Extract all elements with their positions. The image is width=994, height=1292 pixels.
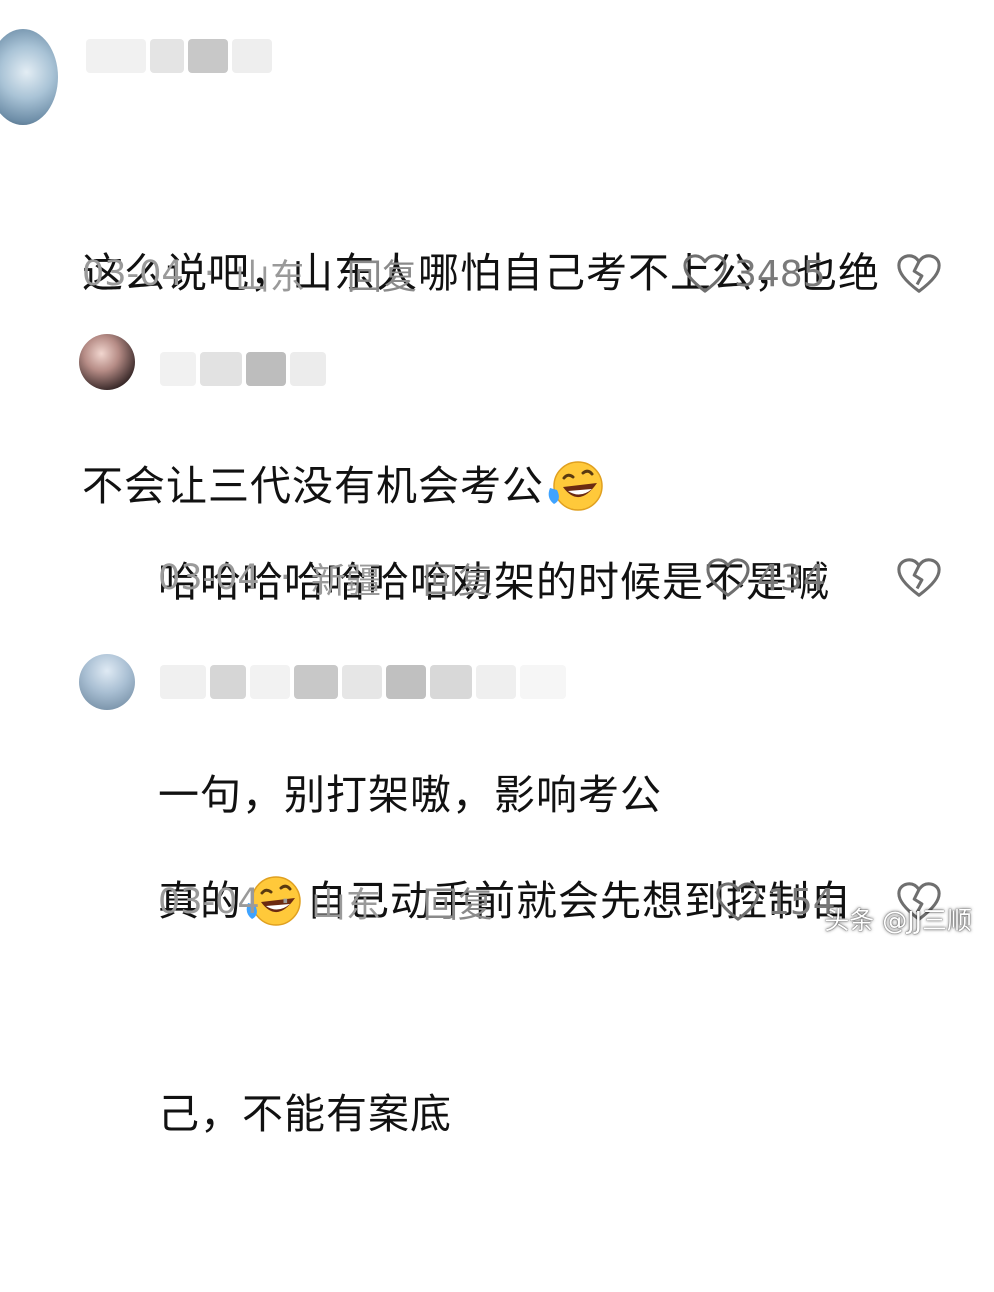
separator-dot: · xyxy=(279,882,291,922)
heart-icon xyxy=(682,253,728,295)
comment-meta: 03-04 · 新疆 回复 xyxy=(158,556,493,602)
comment-text: 真的 自己动手前就会先想到控制自 己，不能有案底 xyxy=(158,724,852,1292)
comment-location: 新疆 xyxy=(310,561,381,602)
username-redacted[interactable] xyxy=(86,38,272,74)
separator-dot: · xyxy=(279,558,291,598)
like-count: 3485 xyxy=(734,253,826,295)
like-count: 434 xyxy=(757,557,826,599)
like-button[interactable]: 3485 xyxy=(682,252,826,296)
dislike-heart-broken-icon[interactable] xyxy=(896,252,942,296)
avatar[interactable] xyxy=(0,29,58,125)
reply-button[interactable]: 回复 xyxy=(347,249,417,300)
username-redacted[interactable] xyxy=(160,351,326,387)
comment-meta: 03-04 · 山东 回复 xyxy=(158,880,493,926)
reply-button[interactable]: 回复 xyxy=(423,553,493,604)
comment-meta: 03-04 · 山东 回复 xyxy=(82,252,417,298)
comment-date: 03-04 xyxy=(158,558,260,598)
avatar[interactable] xyxy=(79,654,135,710)
comment-location: 山东 xyxy=(234,257,305,298)
comment-location: 山东 xyxy=(310,885,381,926)
reply-button[interactable]: 回复 xyxy=(423,877,493,928)
comment-date: 03-04 xyxy=(158,882,260,922)
like-button[interactable]: 154 xyxy=(715,880,836,924)
username-redacted[interactable] xyxy=(160,664,566,700)
separator-dot: · xyxy=(203,254,215,294)
dislike-heart-broken-icon[interactable] xyxy=(896,556,942,600)
avatar[interactable] xyxy=(79,334,135,390)
heart-icon xyxy=(705,557,751,599)
like-button[interactable]: 434 xyxy=(705,556,826,600)
watermark: 头条 @JJ三顺 xyxy=(824,906,972,935)
comment-date: 03-04 xyxy=(82,254,184,294)
heart-icon xyxy=(715,881,761,923)
comment-text-line: 己，不能有案底 xyxy=(158,1090,452,1138)
